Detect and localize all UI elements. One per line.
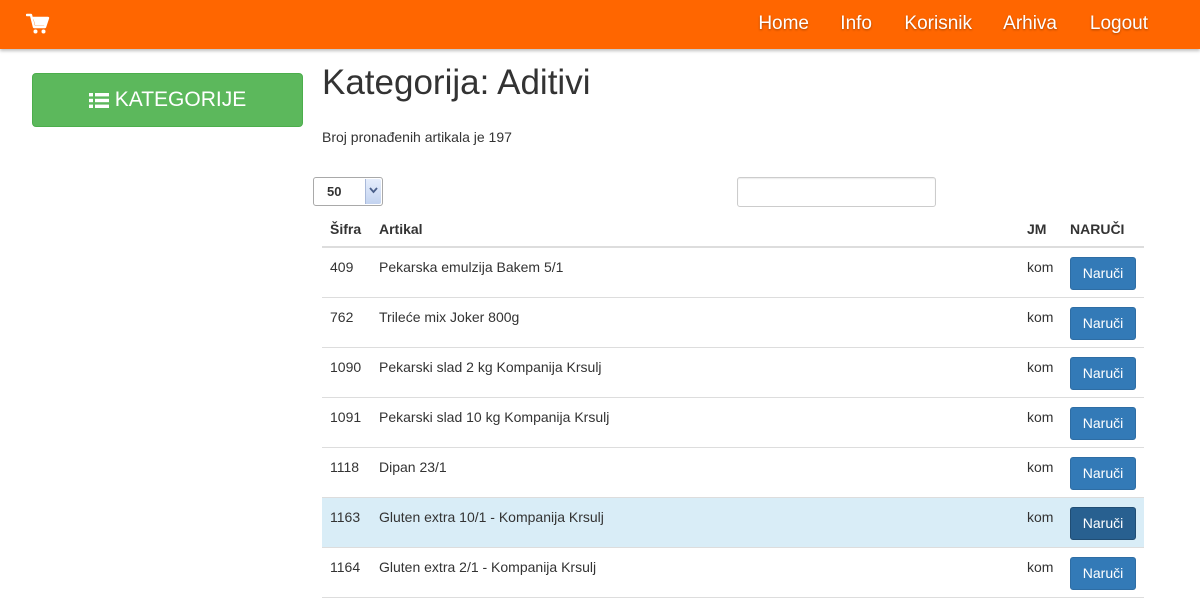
nav-link-korisnik[interactable]: Korisnik xyxy=(904,13,972,35)
order-button[interactable]: Naruči xyxy=(1070,257,1136,290)
order-button[interactable]: Naruči xyxy=(1070,557,1136,590)
cell-jm: kom xyxy=(1027,259,1054,275)
cell-sifra: 1163 xyxy=(330,509,361,525)
cell-jm: kom xyxy=(1027,459,1054,475)
shopping-cart-icon[interactable] xyxy=(25,13,50,35)
cell-artikal: Pekarski slad 2 kg Kompanija Krsulj xyxy=(379,359,602,375)
cell-jm: kom xyxy=(1027,409,1054,425)
header-jm: JM xyxy=(1027,221,1047,237)
cell-jm: kom xyxy=(1027,359,1054,375)
cell-artikal: Pekarska emulzija Bakem 5/1 xyxy=(379,259,564,275)
nav-link-arhiva[interactable]: Arhiva xyxy=(1003,13,1057,35)
cell-sifra: 1091 xyxy=(330,409,362,425)
table-row: 1118 Dipan 23/1 kom Naruči xyxy=(322,448,1144,498)
cell-sifra: 762 xyxy=(330,309,354,325)
nav-link-logout[interactable]: Logout xyxy=(1090,13,1148,35)
order-button[interactable]: Naruči xyxy=(1070,407,1136,440)
per-page-value: 50 xyxy=(327,184,342,199)
table-row: 409 Pekarska emulzija Bakem 5/1 kom Naruči xyxy=(322,248,1144,298)
cell-artikal: Gluten extra 2/1 - Kompanija Krsulj xyxy=(379,559,597,575)
order-button[interactable]: Naruči xyxy=(1070,357,1136,390)
header-sifra: Šifra xyxy=(330,221,362,237)
cell-sifra: 1090 xyxy=(330,359,362,375)
list-icon xyxy=(88,92,109,109)
results-count: Broj pronađenih artikala je 197 xyxy=(322,129,512,145)
header-naruci: NARUČI xyxy=(1070,221,1125,237)
page-title: Kategorija: Aditivi xyxy=(322,63,591,102)
cell-jm: kom xyxy=(1027,509,1054,525)
table-row: 1091 Pekarski slad 10 kg Kompanija Krsulj… xyxy=(322,398,1144,448)
order-button[interactable]: Naruči xyxy=(1070,457,1136,490)
search-input[interactable] xyxy=(737,177,936,207)
nav-link-info[interactable]: Info xyxy=(840,13,872,35)
categories-button[interactable]: KATEGORIJE xyxy=(32,73,303,127)
table-header: Šifra Artikal JM NARUČI xyxy=(322,210,1144,248)
table-row: 1163 Gluten extra 10/1 - Kompanija Krsulj… xyxy=(322,498,1144,548)
top-navbar: Home Info Korisnik Arhiva Logout xyxy=(0,0,1200,49)
table-row: 1164 Gluten extra 2/1 - Kompanija Krsulj k… xyxy=(322,548,1144,598)
nav-link-home[interactable]: Home xyxy=(758,13,809,35)
table-body: 409 Pekarska emulzija Bakem 5/1 kom Naruči 7… xyxy=(322,248,1144,598)
categories-label: KATEGORIJE xyxy=(114,88,247,111)
cell-jm: kom xyxy=(1027,309,1054,325)
chevron-down-icon xyxy=(365,179,381,204)
cell-artikal: Dipan 23/1 xyxy=(379,459,447,475)
cell-artikal: Pekarski slad 10 kg Kompanija Krsulj xyxy=(379,409,610,425)
cell-sifra: 409 xyxy=(330,259,354,275)
cell-sifra: 1164 xyxy=(330,559,361,575)
cell-jm: kom xyxy=(1027,559,1054,575)
per-page-select[interactable]: 50 xyxy=(313,177,383,206)
table-row: 762 Trileće mix Joker 800g kom Naruči xyxy=(322,298,1144,348)
cell-artikal: Trileće mix Joker 800g xyxy=(379,309,520,325)
table-row: 1090 Pekarski slad 2 kg Kompanija Krsulj k… xyxy=(322,348,1144,398)
cell-sifra: 1118 xyxy=(330,459,360,475)
articles-table: Šifra Artikal JM NARUČI 409 Pekarska emul… xyxy=(322,210,1144,598)
cell-artikal: Gluten extra 10/1 - Kompanija Krsulj xyxy=(379,509,604,525)
header-artikal: Artikal xyxy=(379,221,423,237)
order-button[interactable]: Naruči xyxy=(1070,307,1136,340)
order-button[interactable]: Naruči xyxy=(1070,507,1136,540)
